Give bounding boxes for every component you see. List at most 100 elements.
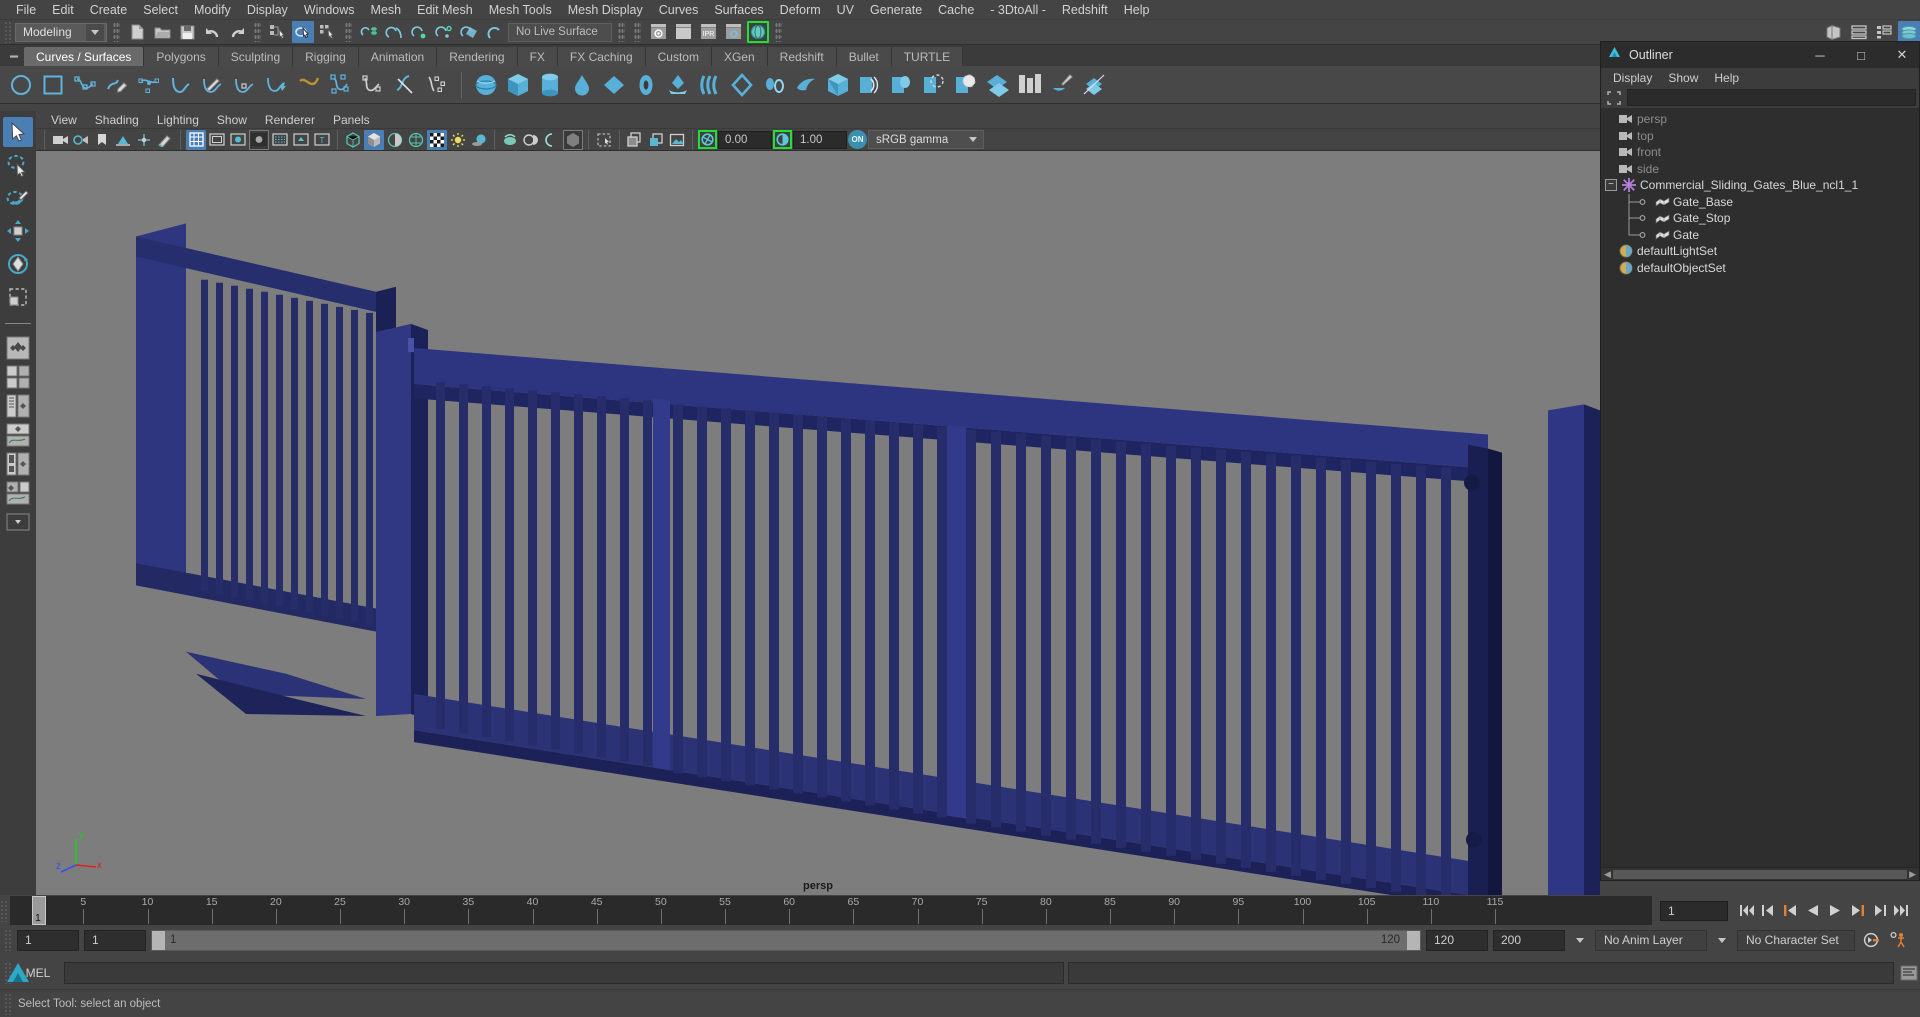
menu-item-curves[interactable]: Curves bbox=[651, 1, 707, 19]
live-surface-field[interactable]: No Live Surface bbox=[508, 22, 612, 42]
help-line-gripper[interactable] bbox=[4, 992, 12, 1015]
scroll-right-icon[interactable]: ▶ bbox=[1909, 869, 1918, 880]
outliner-item-commercial-sliding-gates-blue-ncl1-1[interactable]: − Commercial_Sliding_Gates_Blue_ncl1_1 bbox=[1601, 177, 1919, 194]
range-bar[interactable]: 1 120 bbox=[151, 929, 1421, 951]
select-camera-icon[interactable] bbox=[50, 130, 70, 150]
shelf-tab-curves-surfaces[interactable]: Curves / Surfaces bbox=[24, 47, 145, 66]
poly-pyramid-icon[interactable] bbox=[663, 69, 693, 101]
poly-platonic-icon[interactable] bbox=[823, 69, 853, 101]
poly-boolean-icon[interactable] bbox=[1047, 69, 1077, 101]
shelf-tab-redshift[interactable]: Redshift bbox=[767, 47, 837, 66]
poly-helix-icon[interactable] bbox=[759, 69, 789, 101]
nurbs-circle-icon[interactable] bbox=[6, 69, 36, 101]
shelf-tab-rigging[interactable]: Rigging bbox=[293, 47, 359, 66]
outliner-title-bar[interactable]: Outliner ─ □ ✕ bbox=[1601, 42, 1919, 68]
step-forward-frame-icon[interactable] bbox=[1868, 900, 1890, 922]
menu-item-file[interactable]: File bbox=[8, 1, 44, 19]
safe-action-icon[interactable] bbox=[291, 130, 311, 150]
cv-curve-tool-icon[interactable] bbox=[70, 69, 100, 101]
shelf-tab-animation[interactable]: Animation bbox=[358, 47, 438, 66]
use-all-lights-icon[interactable] bbox=[427, 129, 447, 150]
shelf-tab-sculpting[interactable]: Sculpting bbox=[218, 47, 294, 66]
poly-torus-icon[interactable] bbox=[631, 69, 661, 101]
snap-to-view-plane-icon[interactable] bbox=[458, 21, 480, 43]
menu-item-surfaces[interactable]: Surfaces bbox=[706, 1, 771, 19]
viewport-menu-renderer[interactable]: Renderer bbox=[256, 112, 324, 128]
outliner-expander-icon[interactable]: − bbox=[1605, 179, 1617, 192]
menu-item-edit[interactable]: Edit bbox=[44, 1, 82, 19]
film-gate-icon[interactable] bbox=[207, 130, 227, 150]
single-perspective-layout-button[interactable] bbox=[4, 335, 32, 361]
persp-graph-layout-button[interactable] bbox=[4, 422, 32, 448]
menu-item-generate[interactable]: Generate bbox=[862, 1, 930, 19]
poly-pipe-icon[interactable] bbox=[695, 69, 725, 101]
ipr-render-icon[interactable]: IPR bbox=[697, 21, 719, 43]
snap-to-curve-icon[interactable] bbox=[383, 21, 405, 43]
close-button[interactable]: ✕ bbox=[1885, 43, 1919, 67]
menu-item-deform[interactable]: Deform bbox=[772, 1, 829, 19]
poly-plane-icon[interactable] bbox=[599, 69, 629, 101]
color-management-toggle-icon[interactable]: ON bbox=[848, 130, 867, 149]
select-by-object-icon[interactable] bbox=[292, 21, 314, 43]
outliner-item-persp[interactable]: persp bbox=[1601, 111, 1919, 128]
nurbs-square-icon[interactable] bbox=[38, 69, 68, 101]
xray-active-components-icon[interactable] bbox=[625, 130, 645, 150]
gamma-icon[interactable] bbox=[773, 130, 792, 149]
poly-separate-icon[interactable] bbox=[983, 69, 1013, 101]
curve-editing-tool-icon[interactable] bbox=[294, 69, 324, 101]
snap-to-projected-center-icon[interactable] bbox=[433, 21, 455, 43]
shelf-tab-fx-caching[interactable]: FX Caching bbox=[557, 47, 646, 66]
poly-cube-icon[interactable] bbox=[503, 69, 533, 101]
anim-layer-chevron-icon[interactable] bbox=[1712, 937, 1732, 943]
open-scene-icon[interactable] bbox=[151, 21, 173, 43]
viewport-menu-lighting[interactable]: Lighting bbox=[148, 112, 208, 128]
menu-item-modify[interactable]: Modify bbox=[186, 1, 239, 19]
three-point-arc-icon[interactable] bbox=[198, 69, 228, 101]
shadows-icon[interactable] bbox=[448, 130, 468, 150]
new-scene-icon[interactable] bbox=[126, 21, 148, 43]
select-filter-icon[interactable] bbox=[1604, 90, 1624, 105]
bezier-curve-tool-icon[interactable] bbox=[166, 69, 196, 101]
gate-mask-icon[interactable] bbox=[249, 129, 269, 150]
render-settings-icon[interactable] bbox=[722, 21, 744, 43]
xray-icon[interactable] bbox=[563, 129, 583, 150]
poly-prism-icon[interactable] bbox=[727, 69, 757, 101]
step-back-key-icon[interactable] bbox=[1780, 900, 1802, 922]
menu-item-windows[interactable]: Windows bbox=[296, 1, 363, 19]
poly-cylinder-icon[interactable] bbox=[535, 69, 565, 101]
command-input[interactable] bbox=[64, 962, 1064, 984]
menu-item-edit-mesh[interactable]: Edit Mesh bbox=[409, 1, 481, 19]
command-output-field[interactable] bbox=[1068, 962, 1894, 984]
range-start-field[interactable]: 1 bbox=[84, 929, 146, 951]
perspective-viewport[interactable]: y x z persp bbox=[36, 151, 1600, 895]
rotate-tool-button[interactable] bbox=[3, 249, 33, 279]
character-set-selector[interactable]: No Character Set bbox=[1737, 929, 1855, 951]
play-forwards-icon[interactable] bbox=[1824, 900, 1846, 922]
poly-combine-icon[interactable] bbox=[951, 69, 981, 101]
playback-options-chevron-icon[interactable] bbox=[1570, 937, 1590, 943]
range-end-handle[interactable] bbox=[1407, 930, 1420, 950]
outliner-tree[interactable]: persp top front side − Commercial_Sliding_Gat… bbox=[1601, 108, 1919, 867]
isolate-select-icon[interactable] bbox=[542, 130, 562, 150]
outliner-item-front[interactable]: front bbox=[1601, 144, 1919, 161]
poly-extrude-icon[interactable] bbox=[855, 69, 885, 101]
render-current-frame-icon[interactable] bbox=[647, 21, 669, 43]
animation-start-field[interactable]: 1 bbox=[17, 929, 79, 951]
time-slider-playhead[interactable]: 1 bbox=[32, 896, 46, 925]
menu-item-create[interactable]: Create bbox=[82, 1, 136, 19]
poly-bevel-icon[interactable] bbox=[887, 69, 917, 101]
shelf-tab-rendering[interactable]: Rendering bbox=[437, 47, 518, 66]
menu-item-mesh-tools[interactable]: Mesh Tools bbox=[481, 1, 560, 19]
snap-to-point-icon[interactable] bbox=[408, 21, 430, 43]
camera-attributes-icon[interactable] bbox=[71, 130, 91, 150]
pencil-curve-tool-icon[interactable] bbox=[102, 69, 132, 101]
outliner-search-input[interactable] bbox=[1627, 89, 1916, 106]
outliner-horizontal-scrollbar[interactable]: ◀ ▶ bbox=[1601, 867, 1919, 880]
ep-curve-tool-icon[interactable] bbox=[134, 69, 164, 101]
outliner-item-gate-stop[interactable]: Gate_Stop bbox=[1601, 210, 1919, 228]
viewport-menu-shading[interactable]: Shading bbox=[86, 112, 148, 128]
redo-icon[interactable] bbox=[226, 21, 248, 43]
insert-knot-icon[interactable] bbox=[390, 69, 420, 101]
range-slider-gripper[interactable] bbox=[4, 929, 12, 951]
step-back-frame-icon[interactable] bbox=[1758, 900, 1780, 922]
